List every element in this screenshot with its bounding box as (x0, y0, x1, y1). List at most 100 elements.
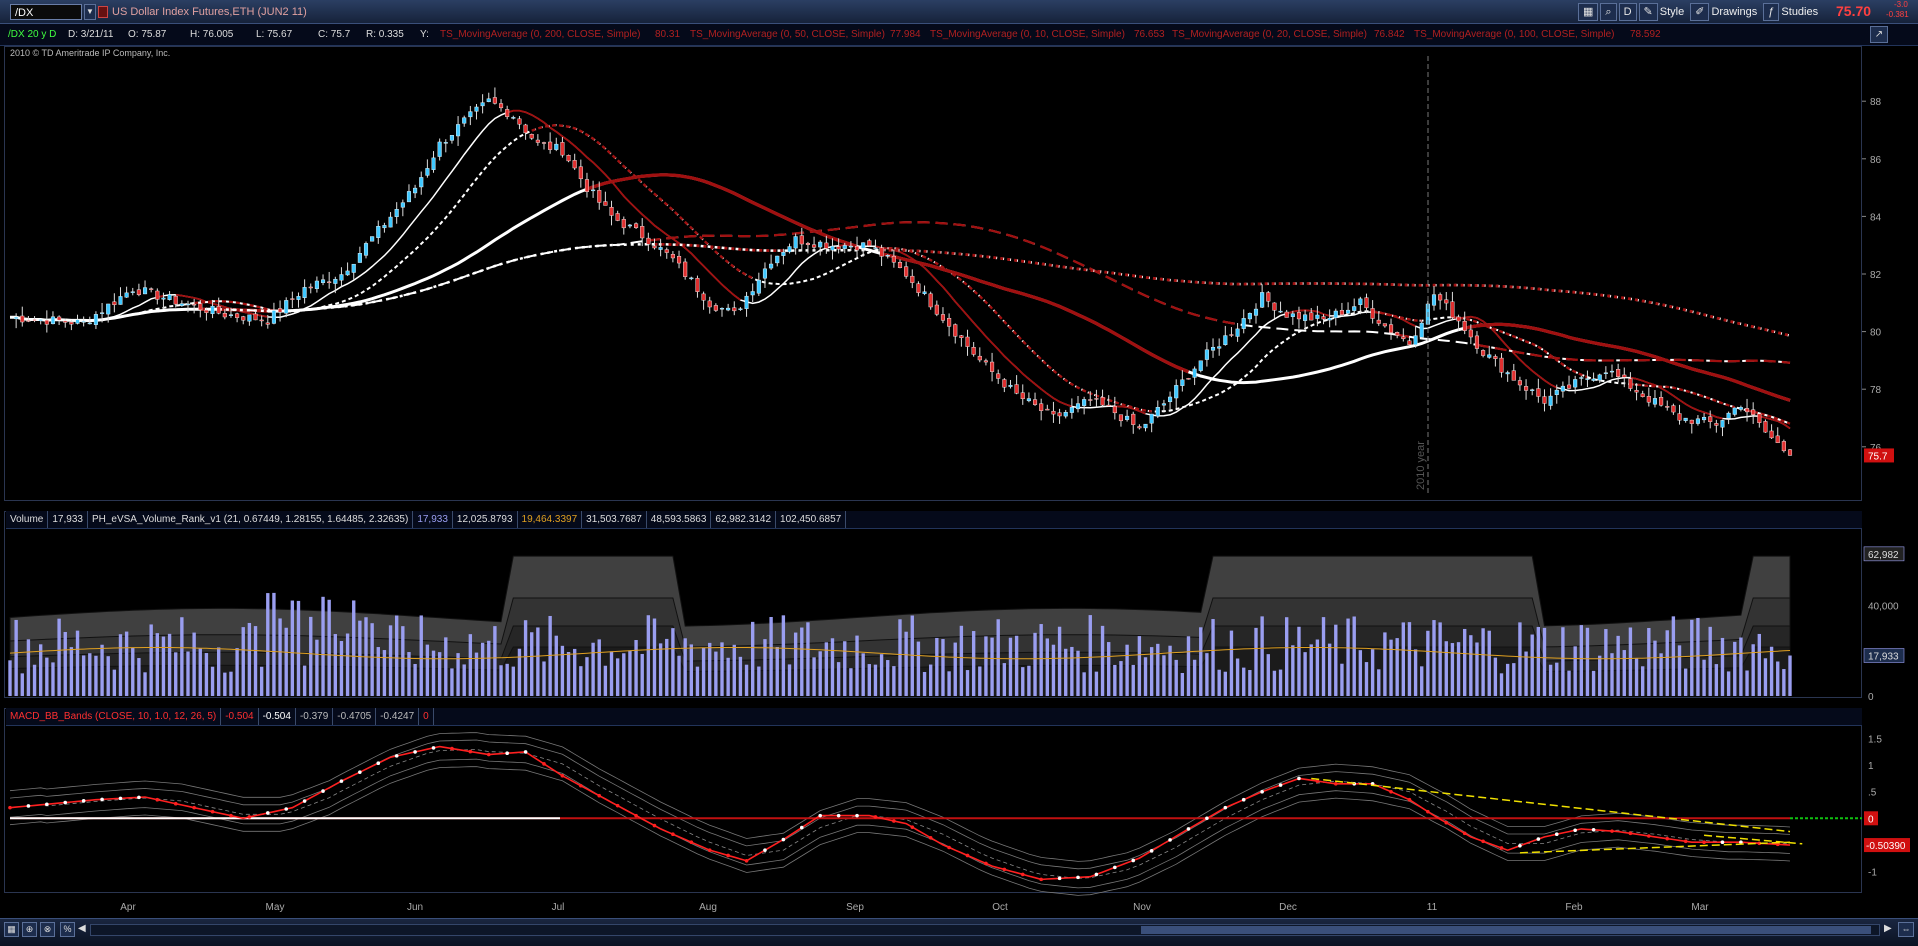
volume-bar[interactable] (1757, 633, 1761, 696)
volume-bar[interactable] (1389, 639, 1393, 696)
candle[interactable] (836, 246, 841, 250)
volume-bar[interactable] (1690, 619, 1694, 696)
volume-bar[interactable] (137, 658, 141, 696)
volume-bar[interactable] (462, 664, 466, 696)
volume-bar[interactable] (1217, 669, 1221, 696)
candle[interactable] (1174, 385, 1179, 399)
volume-bar[interactable] (1192, 659, 1197, 696)
volume-bar[interactable] (100, 644, 104, 696)
candle[interactable] (996, 373, 1001, 379)
candle[interactable] (1155, 407, 1160, 417)
volume-bar[interactable] (732, 644, 736, 696)
volume-bar[interactable] (474, 652, 479, 696)
volume-bar[interactable] (480, 642, 485, 696)
candle[interactable] (1499, 357, 1504, 373)
volume-bar[interactable] (720, 642, 724, 696)
volume-bar[interactable] (1683, 668, 1688, 696)
candle[interactable] (1474, 335, 1480, 349)
volume-bar[interactable] (229, 671, 233, 696)
candle[interactable] (492, 97, 497, 104)
volume-bar[interactable] (88, 653, 92, 696)
candle[interactable] (1659, 397, 1664, 406)
candle[interactable] (468, 111, 473, 118)
layout-grid-icon[interactable]: ▦ (4, 922, 19, 937)
candle[interactable] (1118, 414, 1124, 422)
candle[interactable] (971, 347, 976, 355)
candle[interactable] (646, 237, 651, 245)
volume-bar[interactable] (345, 633, 350, 696)
volume-bar[interactable] (1297, 626, 1301, 696)
volume-bar[interactable] (1303, 652, 1307, 696)
candle[interactable] (627, 224, 632, 227)
candle[interactable] (1303, 314, 1308, 321)
candle[interactable] (726, 307, 731, 311)
candle[interactable] (1401, 336, 1406, 339)
candle[interactable] (1665, 406, 1670, 408)
volume-bar[interactable] (1254, 627, 1258, 696)
volume-bar[interactable] (634, 640, 638, 696)
candle[interactable] (548, 141, 553, 150)
candle[interactable] (934, 304, 939, 315)
candle[interactable] (1652, 398, 1658, 405)
volume-bar[interactable] (1045, 638, 1049, 696)
volume-bar[interactable] (959, 625, 964, 696)
candle[interactable] (413, 187, 418, 194)
candle[interactable] (93, 314, 98, 325)
volume-bar[interactable] (1542, 627, 1547, 696)
candle[interactable] (1014, 384, 1019, 394)
candle[interactable] (142, 287, 148, 295)
candle[interactable] (222, 313, 227, 318)
candle[interactable] (1560, 385, 1565, 392)
volume-bar[interactable] (818, 651, 822, 696)
candle[interactable] (1530, 389, 1535, 391)
volume-bar[interactable] (1395, 638, 1399, 696)
volume-bar[interactable] (1475, 642, 1479, 696)
volume-bar[interactable] (1610, 653, 1614, 696)
candle[interactable] (707, 300, 712, 308)
candle[interactable] (910, 275, 915, 283)
candle[interactable] (351, 263, 356, 273)
candle[interactable] (922, 291, 927, 294)
volume-bar[interactable] (530, 632, 534, 696)
volume-bar[interactable] (1186, 636, 1191, 696)
volume-bar[interactable] (1708, 626, 1712, 696)
volume-bar[interactable] (131, 647, 135, 696)
candle[interactable] (830, 245, 835, 251)
candle[interactable] (523, 124, 528, 134)
volume-bar[interactable] (401, 626, 405, 696)
candle[interactable] (1542, 396, 1547, 404)
candle[interactable] (1247, 313, 1252, 320)
volume-bar[interactable] (296, 600, 301, 696)
candle[interactable] (1186, 378, 1191, 380)
volume-bar[interactable] (106, 656, 110, 696)
candle[interactable] (1045, 408, 1050, 411)
candle[interactable] (320, 279, 326, 283)
candle[interactable] (1634, 390, 1639, 393)
volume-bar[interactable] (284, 627, 288, 696)
volume-bar[interactable] (855, 635, 859, 696)
candle[interactable] (867, 240, 872, 246)
volume-bar[interactable] (1622, 650, 1626, 696)
volume-bar[interactable] (585, 657, 589, 696)
candle[interactable] (1333, 310, 1338, 318)
volume-bar[interactable] (910, 615, 914, 696)
candle[interactable] (1566, 384, 1572, 389)
volume-bar[interactable] (1211, 619, 1215, 696)
candle[interactable] (1137, 426, 1142, 429)
candle[interactable] (1726, 412, 1731, 419)
volume-bar[interactable] (1143, 657, 1148, 696)
candle[interactable] (314, 280, 319, 289)
volume-bar[interactable] (1769, 646, 1774, 696)
volume-bar[interactable] (922, 671, 927, 696)
volume-bar[interactable] (965, 670, 970, 696)
zoom-in-icon[interactable]: ⊗ (40, 922, 55, 937)
volume-bar[interactable] (370, 623, 374, 696)
volume-bar[interactable] (579, 666, 583, 696)
candle[interactable] (449, 134, 454, 141)
candle[interactable] (1714, 423, 1719, 426)
volume-bar[interactable] (431, 650, 436, 696)
candle[interactable] (848, 245, 853, 248)
volume-bar[interactable] (609, 651, 614, 696)
candle[interactable] (136, 289, 141, 295)
candle[interactable] (1732, 407, 1737, 415)
